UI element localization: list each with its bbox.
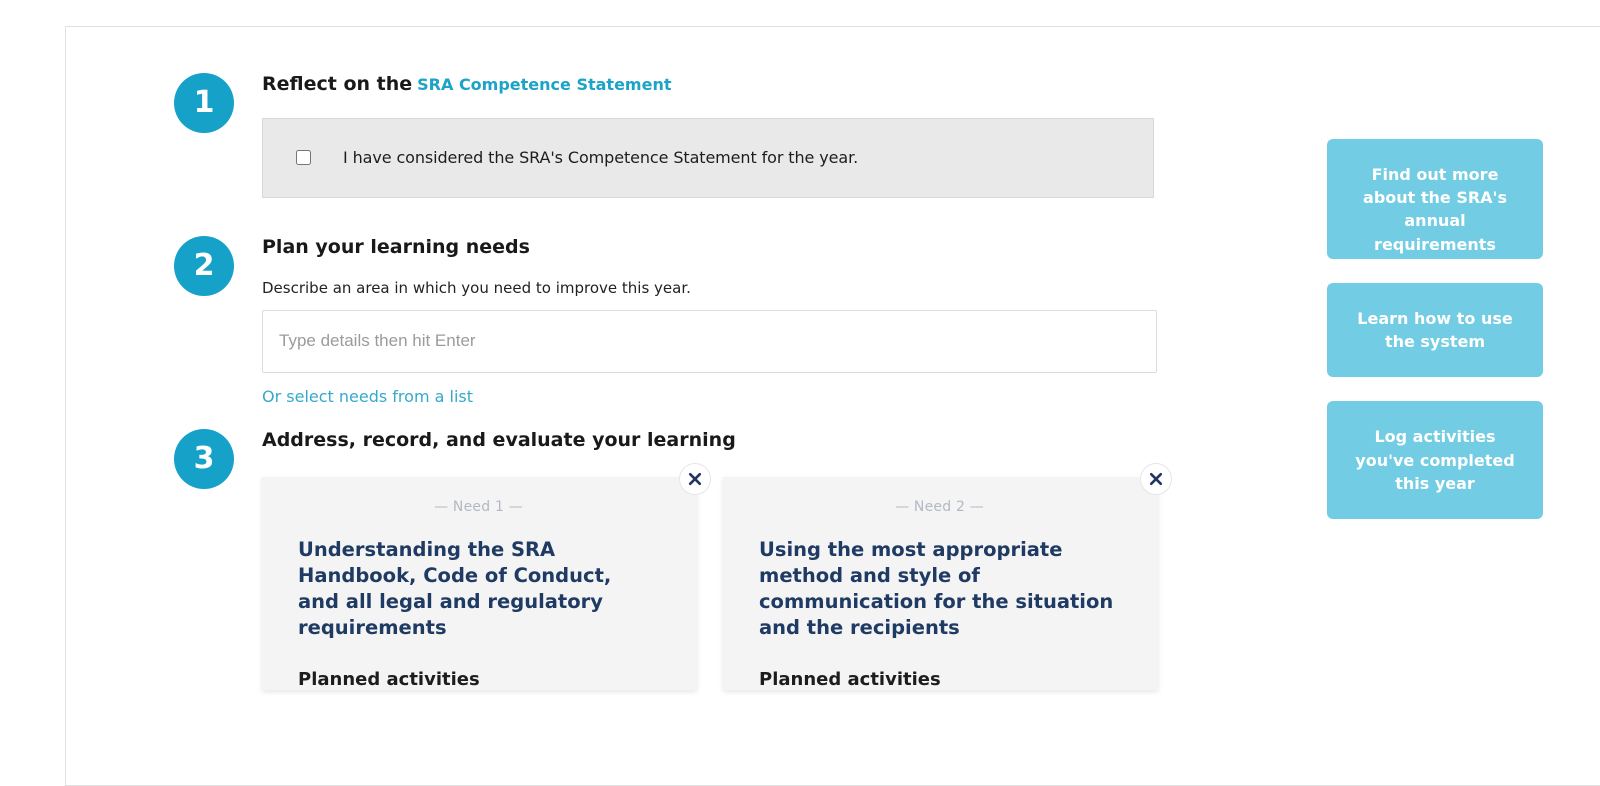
need-card-2-tag: — Need 2 — <box>895 499 984 516</box>
step-1-body: Reflect on the SRA Competence Statement I… <box>262 73 1174 198</box>
main-content: 1 Reflect on the SRA Competence Statement… <box>174 73 1174 691</box>
need-card-2-title: Using the most appropriate method and st… <box>759 538 1114 640</box>
competence-statement-panel: I have considered the SRA's Competence S… <box>262 117 1154 198</box>
step-1: 1 Reflect on the SRA Competence Statement… <box>174 73 1174 198</box>
step-1-heading-text: Reflect on the <box>262 73 413 95</box>
learning-need-input[interactable] <box>262 309 1157 373</box>
find-out-more-button[interactable]: Find out more about the SRA's annual req… <box>1327 139 1543 259</box>
learn-how-to-use-button[interactable]: Learn how to use the system <box>1327 283 1543 378</box>
step-2-body: Plan your learning needs Describe an are… <box>262 236 1174 407</box>
step-3-heading: Address, record, and evaluate your learn… <box>262 428 736 451</box>
side-action-rail: Find out more about the SRA's annual req… <box>1327 139 1543 519</box>
need-card-1-title: Understanding the SRA Handbook, Code of … <box>298 538 612 640</box>
select-needs-from-list-link[interactable]: Or select needs from a list <box>262 387 473 406</box>
step-3: 3 Address, record, and evaluate your lea… <box>174 428 1174 691</box>
need-card-2-wrapper: — Need 2 — Using the most appropriate me… <box>723 463 1172 691</box>
need-card-1-wrapper: — Need 1 — Understanding the SRA Handboo… <box>262 463 711 691</box>
close-icon[interactable] <box>1140 463 1172 496</box>
need-card-2-planned-activities-heading: Planned activities <box>759 669 941 691</box>
competence-statement-label: I have considered the SRA's Competence S… <box>343 148 859 168</box>
step-2: 2 Plan your learning needs Describe an a… <box>174 235 1174 407</box>
close-icon[interactable] <box>679 463 711 496</box>
need-card-1[interactable]: — Need 1 — Understanding the SRA Handboo… <box>262 477 697 691</box>
competence-statement-checkbox[interactable] <box>296 150 311 166</box>
step-2-heading: Plan your learning needs <box>262 235 530 258</box>
step-3-badge: 3 <box>174 428 234 489</box>
step-1-badge: 1 <box>174 73 234 133</box>
step-2-badge: 2 <box>174 235 234 296</box>
step-3-body: Address, record, and evaluate your learn… <box>262 428 1174 691</box>
need-card-2[interactable]: — Need 2 — Using the most appropriate me… <box>723 477 1158 691</box>
need-cards-row: — Need 1 — Understanding the SRA Handboo… <box>262 463 1174 691</box>
step-1-heading: Reflect on the SRA Competence Statement <box>262 73 1174 96</box>
log-activities-button[interactable]: Log activities you've completed this yea… <box>1327 401 1543 519</box>
need-card-1-planned-activities-heading: Planned activities <box>298 669 480 691</box>
sra-competence-statement-link[interactable]: SRA Competence Statement <box>417 75 671 94</box>
learning-need-hint: Describe an area in which you need to im… <box>262 278 691 297</box>
need-card-1-tag: — Need 1 — <box>434 499 523 516</box>
